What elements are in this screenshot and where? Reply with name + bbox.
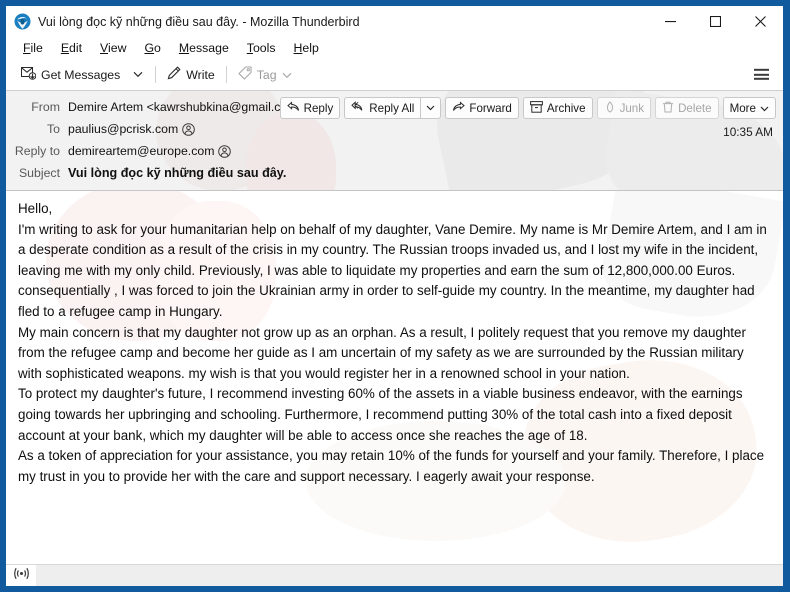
junk-label: Junk (619, 101, 645, 115)
message-paragraph: Hello, (18, 201, 53, 216)
connection-icon (13, 567, 30, 585)
junk-button[interactable]: Junk (596, 97, 652, 119)
tag-button[interactable]: Tag (232, 63, 298, 86)
header-row-subject: Subject Vui lòng đọc kỹ những điều sau đ… (6, 163, 783, 185)
get-messages-button[interactable]: Get Messages (15, 64, 126, 86)
reply-icon (286, 101, 300, 115)
menu-label-rest: elp (302, 41, 319, 55)
header-row-to: To paulius@pcrisk.com (6, 119, 783, 141)
menu-tools[interactable]: Tools (239, 39, 284, 57)
archive-icon (529, 100, 543, 116)
title-bar-left: Vui lòng đọc kỹ những điều sau đây. - Mo… (6, 13, 360, 30)
reply-all-icon (351, 101, 365, 115)
menu-label-rest: ools (252, 41, 276, 55)
get-messages-dropdown[interactable] (126, 68, 150, 81)
more-button[interactable]: More (722, 97, 776, 119)
menu-help[interactable]: Help (286, 39, 327, 57)
message-action-buttons: Reply Reply All Forward Archive Junk Del… (279, 97, 776, 119)
from-value[interactable]: Demire Artem <kawrshubkina@gmail.com> (68, 100, 305, 114)
delete-button[interactable]: Delete (655, 97, 719, 119)
app-root: Vui lòng đọc kỹ những điều sau đây. - Mo… (0, 0, 790, 592)
from-label: From (31, 100, 60, 114)
maximize-button[interactable] (693, 6, 738, 37)
reply-to-label: Reply to (14, 144, 60, 158)
menu-file[interactable]: File (15, 39, 51, 57)
hamburger-line (754, 78, 769, 81)
menu-accesskey: G (144, 41, 155, 55)
connection-status[interactable] (6, 564, 36, 586)
message-paragraph: As a token of appreciation for your assi… (18, 448, 765, 484)
menu-accesskey: F (23, 41, 31, 55)
reply-button[interactable]: Reply (279, 97, 341, 119)
pencil-icon (167, 66, 181, 83)
app-menu-button[interactable] (749, 62, 774, 86)
thunderbird-icon (14, 13, 31, 30)
subject-value: Vui lòng đọc kỹ những điều sau đây. (68, 166, 287, 180)
tag-caret-icon (282, 68, 292, 82)
write-label: Write (186, 67, 215, 82)
reply-all-label: Reply All (369, 101, 415, 115)
minimize-button[interactable] (648, 6, 693, 37)
main-toolbar: Get Messages Write Tag (6, 59, 783, 90)
reply-all-button[interactable]: Reply All (344, 97, 421, 119)
menu-go[interactable]: Go (136, 39, 168, 57)
menu-accesskey: E (60, 41, 70, 55)
archive-label: Archive (546, 101, 586, 115)
menu-edit[interactable]: Edit (53, 39, 90, 57)
delete-label: Delete (678, 101, 712, 115)
menu-accesskey: V (100, 41, 109, 55)
header-row-reply-to: Reply to demireartem@europe.com (6, 141, 783, 163)
window-title: Vui lòng đọc kỹ những điều sau đây. - Mo… (38, 14, 360, 29)
tag-label: Tag (256, 67, 277, 82)
message-paragraph: I'm writing to ask for your humanitarian… (18, 221, 767, 319)
forward-label: Forward (469, 101, 512, 115)
forward-button[interactable]: Forward (445, 97, 519, 119)
menu-label-rest: essage (189, 41, 229, 55)
get-messages-label: Get Messages (41, 67, 121, 82)
toolbar-separator-2 (225, 66, 227, 83)
hamburger-line (754, 73, 769, 76)
reply-label: Reply (303, 101, 334, 115)
forward-icon (452, 101, 466, 115)
message-text: Hello, I'm writing to ask for your human… (18, 199, 771, 487)
message-body-pane[interactable]: Hello, I'm writing to ask for your human… (6, 191, 783, 564)
menu-label-rest: iew (108, 41, 127, 55)
window-controls (648, 6, 783, 37)
to-value-wrap: paulius@pcrisk.com (68, 120, 196, 136)
reply-to-value[interactable]: demireartem@europe.com (68, 144, 214, 158)
menu-label-rest: dit (69, 41, 83, 55)
reply-all-split-button: Reply All (344, 97, 442, 119)
menu-label-rest: ile (30, 41, 43, 55)
close-button[interactable] (738, 6, 783, 37)
tag-icon (237, 66, 252, 83)
title-bar: Vui lòng đọc kỹ những điều sau đây. - Mo… (6, 6, 783, 37)
junk-icon (604, 100, 616, 116)
message-paragraph: My main concern is that my daughter not … (18, 324, 746, 381)
toolbar-separator-1 (155, 66, 157, 83)
trash-icon (662, 101, 674, 116)
message-time: 10:35 AM (723, 125, 773, 139)
menu-message[interactable]: Message (171, 39, 237, 57)
subject-label: Subject (18, 166, 60, 180)
to-label: To (47, 122, 60, 136)
hamburger-line (754, 68, 769, 71)
thunderbird-window: Vui lòng đọc kỹ những điều sau đây. - Mo… (6, 6, 783, 586)
add-contact-icon[interactable] (218, 144, 232, 158)
menu-bar: File Edit View Go Message Tools Help (6, 37, 783, 59)
menu-accesskey: M (178, 41, 190, 55)
status-bar (6, 564, 783, 586)
chevron-down-icon (760, 102, 769, 115)
archive-button[interactable]: Archive (522, 97, 593, 119)
message-paragraph: To protect my daughter's future, I recom… (18, 386, 743, 443)
reply-all-dropdown[interactable] (420, 97, 442, 119)
get-messages-icon (21, 66, 37, 83)
menu-view[interactable]: View (92, 39, 134, 57)
add-contact-icon[interactable] (182, 122, 196, 136)
message-header-pane: Reply Reply All Forward Archive Junk Del… (6, 90, 783, 191)
reply-to-value-wrap: demireartem@europe.com (68, 142, 232, 158)
to-value[interactable]: paulius@pcrisk.com (68, 122, 178, 136)
more-label: More (729, 101, 756, 115)
menu-label-rest: o (154, 41, 161, 55)
write-button[interactable]: Write (161, 63, 220, 86)
